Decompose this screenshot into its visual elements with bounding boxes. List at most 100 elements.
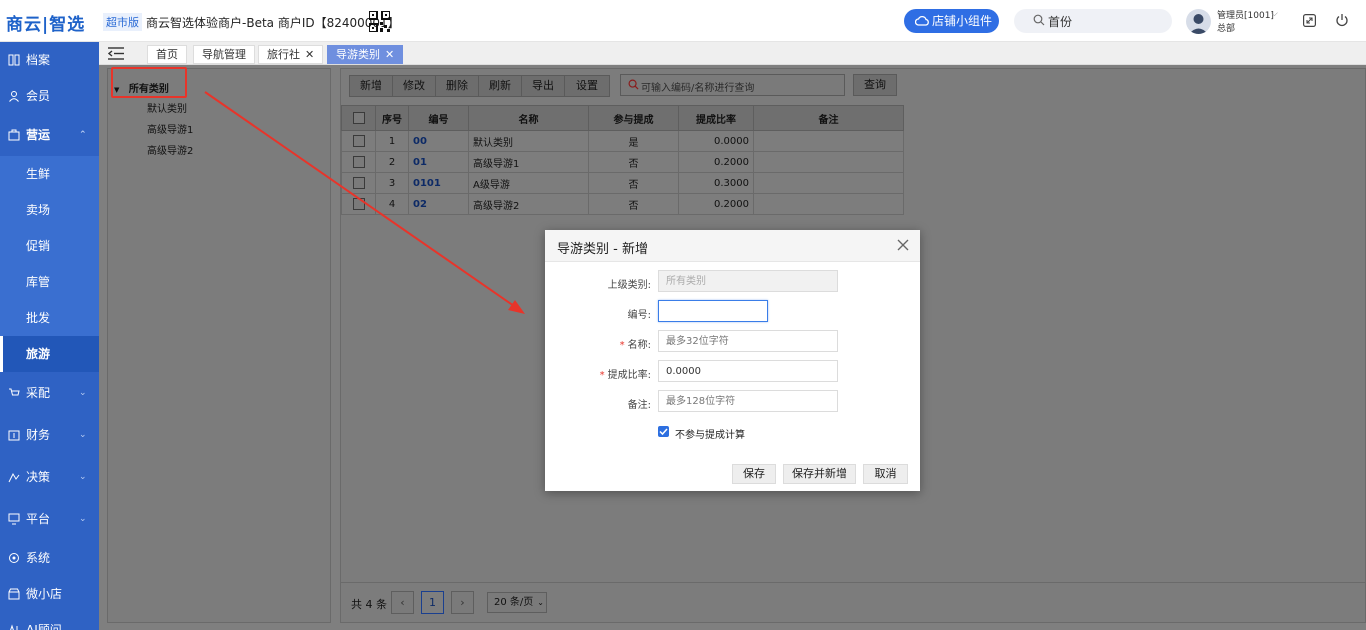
add-category-dialog: 导游类别 - 新增 上级类别: 编号: *名称: *提成比率: 备注: 不参与提… — [545, 230, 920, 491]
checkbox[interactable] — [352, 198, 365, 210]
app-logo: 商云|智选 — [6, 15, 86, 35]
seq-cell: 3 — [375, 172, 409, 194]
chevron-down-icon[interactable]: ⌵ — [1271, 9, 1278, 19]
checkbox[interactable] — [352, 177, 365, 189]
settings-button[interactable]: 设置 — [564, 75, 610, 97]
page-size-select[interactable]: 20 条/页 ⌄ — [487, 592, 547, 613]
checkbox[interactable] — [352, 112, 365, 124]
close-icon[interactable]: ✕ — [305, 48, 314, 61]
edit-button[interactable]: 修改 — [392, 75, 436, 97]
name-cell: A级导游 — [468, 172, 589, 194]
operation-icon — [8, 129, 20, 141]
tab-label: 导航管理 — [202, 48, 246, 61]
cancel-button[interactable]: 取消 — [863, 464, 908, 484]
code-field[interactable] — [658, 300, 768, 322]
save-button[interactable]: 保存 — [732, 464, 776, 484]
sidebar-sub-fresh[interactable]: 生鲜 — [0, 156, 99, 192]
global-search-input[interactable] — [1048, 12, 1158, 30]
add-button[interactable]: 新增 — [349, 75, 393, 97]
tab-nav-manage[interactable]: 导航管理 — [193, 45, 255, 64]
tree-node[interactable]: 高级导游2 — [147, 142, 193, 157]
delete-button[interactable]: 删除 — [435, 75, 479, 97]
seq-cell: 1 — [375, 130, 409, 152]
sidebar-sub-floor[interactable]: 卖场 — [0, 192, 99, 228]
select-all-cell[interactable] — [341, 105, 376, 131]
row-select-cell[interactable] — [341, 172, 376, 194]
table-row[interactable]: 3 0101 A级导游否 0.3000 — [341, 172, 904, 194]
table-row[interactable]: 4 02 高级导游2 否 0.2000 — [341, 193, 904, 215]
sidebar-item-mini-store[interactable]: 微小店 — [0, 576, 99, 612]
exclude-commission-label[interactable]: 不参与提成计算 — [675, 426, 745, 441]
sidebar-sub-promotion[interactable]: 促销 — [0, 228, 99, 264]
store-widget-button[interactable]: 店铺小组件 — [904, 9, 999, 33]
row-select-cell[interactable] — [341, 151, 376, 173]
tree-node[interactable]: 高级导游1 — [147, 121, 193, 136]
sidebar-item-decision[interactable]: 决策 ⌄ — [0, 459, 99, 495]
purchase-icon — [9, 388, 20, 396]
sidebar-sub-label: 生鲜 — [26, 167, 51, 181]
rate-cell: 0.0000 — [678, 130, 754, 152]
checkbox[interactable] — [352, 135, 365, 147]
rate-cell: 0.3000 — [678, 172, 754, 194]
tab-bar: 首页 导航管理 旅行社 ✕ 导游类别 ✕ — [99, 42, 1366, 65]
global-search[interactable] — [1014, 9, 1172, 33]
power-icon[interactable] — [1335, 13, 1349, 27]
page-number-button[interactable]: 1 — [421, 591, 444, 614]
remark-cell — [753, 130, 904, 152]
tab-label: 旅行社 — [267, 48, 300, 61]
menu-collapse-icon[interactable] — [108, 47, 124, 60]
sidebar-item-system[interactable]: 系统 — [0, 540, 99, 576]
chevron-down-icon: ⌄ — [79, 430, 87, 440]
rate-label-text: 提成比率: — [607, 370, 651, 381]
close-icon[interactable] — [896, 238, 910, 252]
seq-cell: 2 — [375, 151, 409, 173]
sidebar-item-archive[interactable]: 档案 — [0, 42, 99, 78]
next-page-button[interactable]: › — [451, 591, 474, 614]
rate-field[interactable] — [658, 360, 838, 382]
name-field[interactable] — [658, 330, 838, 352]
column-header: 名称 — [468, 105, 589, 131]
sidebar-item-member[interactable]: 会员 — [0, 78, 99, 114]
qr-code-icon[interactable] — [369, 11, 390, 32]
sidebar-item-platform[interactable]: 平台 ⌄ — [0, 501, 99, 537]
prev-page-button[interactable]: ‹ — [391, 591, 414, 614]
rate-cell: 0.2000 — [678, 193, 754, 215]
close-icon[interactable]: ✕ — [385, 48, 394, 61]
avatar[interactable] — [1186, 9, 1211, 34]
exclude-commission-checkbox[interactable] — [658, 426, 669, 437]
tab-travel-agency[interactable]: 旅行社 ✕ — [258, 45, 324, 64]
save-and-new-button[interactable]: 保存并新增 — [783, 464, 856, 484]
sidebar-sub-tourism[interactable]: 旅游 — [0, 336, 99, 372]
grid-search-input[interactable]: 可输入编码/名称进行查询 — [620, 74, 845, 96]
row-select-cell[interactable] — [341, 130, 376, 152]
column-header: 备注 — [753, 105, 904, 131]
search-icon — [628, 79, 639, 90]
code-label: 编号: — [627, 310, 651, 321]
sidebar-item-finance[interactable]: 财务 ⌄ — [0, 417, 99, 453]
seq-cell: 4 — [375, 193, 409, 215]
sidebar-sub-wholesale[interactable]: 批发 — [0, 300, 99, 336]
commission-cell: 是 — [588, 130, 679, 152]
sidebar-item-purchase[interactable]: 采配 ⌄ — [0, 375, 99, 411]
fullscreen-icon[interactable] — [1303, 14, 1316, 27]
query-button[interactable]: 查询 — [853, 74, 897, 96]
row-select-cell[interactable] — [341, 193, 376, 215]
sidebar: 档案 会员 营运 ⌃ 生鲜 卖场 促销 库管 批发 旅游 采配 ⌄ 财务 ⌄ 决… — [0, 42, 99, 630]
sidebar-sub-inventory[interactable]: 库管 — [0, 264, 99, 300]
remark-field[interactable] — [658, 390, 838, 412]
export-button[interactable]: 导出 — [521, 75, 565, 97]
tab-home[interactable]: 首页 — [147, 45, 187, 64]
pagination: 共 4 条 ‹ 1 › 20 条/页 ⌄ — [341, 582, 1365, 622]
refresh-button[interactable]: 刷新 — [478, 75, 522, 97]
tab-guide-category[interactable]: 导游类别 ✕ — [327, 45, 404, 64]
name-cell: 高级导游2 — [468, 193, 589, 215]
sidebar-item-operation[interactable]: 营运 ⌃ — [0, 117, 99, 153]
tree-node[interactable]: 默认类别 — [147, 100, 187, 115]
user-name[interactable]: 管理员[1001] — [1217, 8, 1274, 21]
table-row[interactable]: 2 01 高级导游1 否 0.2000 — [341, 151, 904, 173]
checkbox[interactable] — [352, 156, 365, 168]
finance-icon — [8, 430, 20, 441]
sidebar-item-ai[interactable]: AI顾问 — [0, 612, 99, 630]
sidebar-item-label: 采配 — [26, 386, 51, 400]
table-row[interactable]: 1 00 默认类别是 0.0000 — [341, 130, 904, 152]
